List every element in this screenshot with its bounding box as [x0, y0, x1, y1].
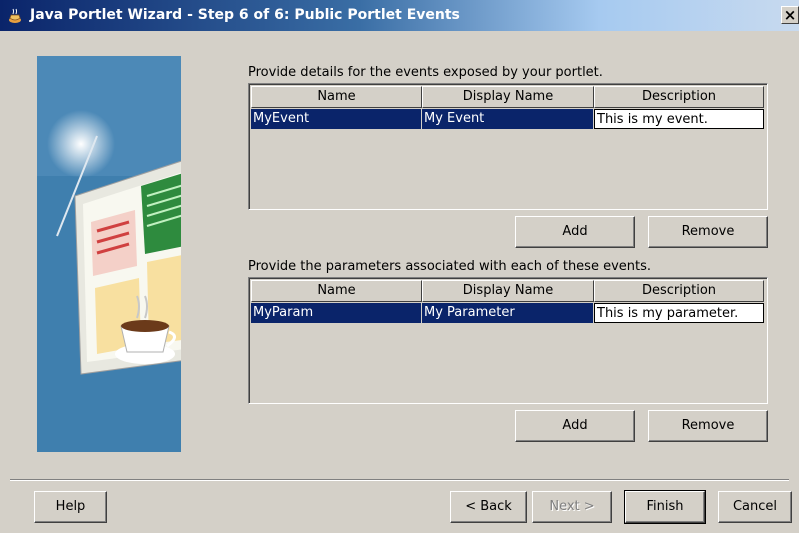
back-button-label: < Back — [465, 499, 512, 514]
events-column-name[interactable]: Name — [251, 86, 422, 108]
events-row-display-name-cell[interactable]: My Event — [422, 109, 594, 129]
portlet-easel-illustration — [37, 56, 218, 452]
events-column-description[interactable]: Description — [594, 86, 764, 108]
parameters-row-display-name-cell[interactable]: My Parameter — [422, 303, 594, 323]
parameters-row-description-editor[interactable]: This is my parameter. — [594, 303, 764, 323]
back-button[interactable]: < Back — [450, 491, 527, 523]
window-title: Java Portlet Wizard - Step 6 of 6: Publi… — [30, 7, 460, 23]
events-instruction: Provide details for the events exposed b… — [248, 65, 603, 80]
finish-button-label: Finish — [646, 499, 684, 514]
events-table[interactable]: Name Display Name Description MyEvent My… — [248, 83, 768, 210]
help-button[interactable]: Help — [34, 491, 107, 523]
events-add-button[interactable]: Add — [515, 216, 635, 248]
parameters-column-display-name[interactable]: Display Name — [422, 280, 594, 302]
parameters-add-button[interactable]: Add — [515, 410, 635, 442]
parameters-instruction: Provide the parameters associated with e… — [248, 259, 652, 274]
close-icon: × — [783, 6, 797, 24]
events-remove-button[interactable]: Remove — [648, 216, 768, 248]
footer-divider — [10, 479, 789, 481]
help-button-label: Help — [55, 499, 86, 514]
cancel-button-label: Cancel — [732, 499, 778, 514]
events-row-description-editor[interactable]: This is my event. — [594, 109, 764, 129]
parameters-row-name-cell[interactable]: MyParam — [251, 303, 422, 323]
wizard-illustration — [37, 56, 218, 452]
parameters-column-description[interactable]: Description — [594, 280, 764, 302]
next-button[interactable]: Next > — [532, 491, 612, 523]
parameters-column-name[interactable]: Name — [251, 280, 422, 302]
finish-button[interactable]: Finish — [624, 490, 706, 524]
java-coffee-icon — [9, 8, 21, 23]
events-row-name-cell[interactable]: MyEvent — [251, 109, 422, 129]
next-button-label: Next > — [549, 499, 595, 514]
parameters-table[interactable]: Name Display Name Description MyParam My… — [248, 277, 768, 404]
parameters-remove-button[interactable]: Remove — [648, 410, 768, 442]
close-button[interactable]: × — [781, 6, 799, 24]
events-column-display-name[interactable]: Display Name — [422, 86, 594, 108]
title-bar: Java Portlet Wizard - Step 6 of 6: Publi… — [0, 0, 799, 31]
cancel-button[interactable]: Cancel — [718, 491, 792, 523]
